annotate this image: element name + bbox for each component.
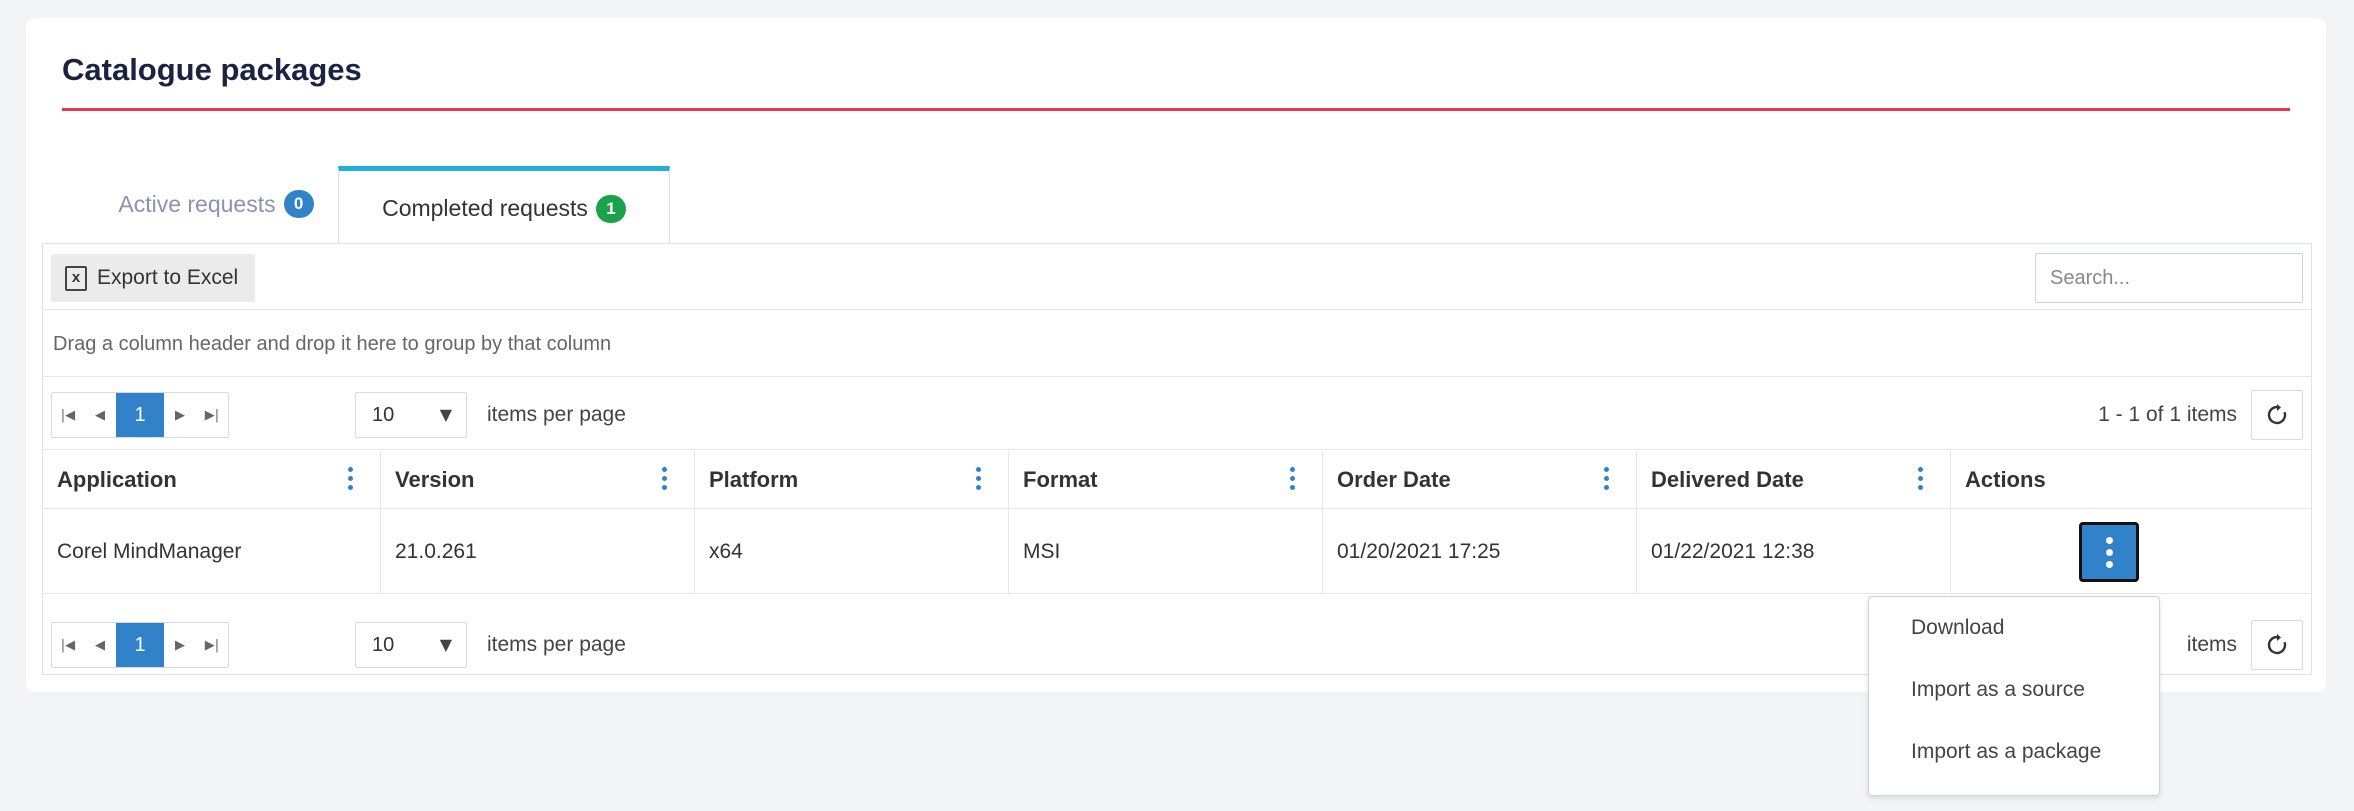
- items-per-page-label: items per page: [487, 403, 626, 426]
- column-title: Order Date: [1337, 467, 1451, 492]
- cell-version: 21.0.261: [381, 510, 695, 594]
- active-count-badge: 0: [283, 190, 314, 218]
- pager-info-partial: items: [2186, 633, 2237, 656]
- column-title: Actions: [1965, 467, 2046, 492]
- column-title: Format: [1023, 467, 1098, 492]
- column-title: Delivered Date: [1651, 467, 1804, 492]
- last-page-icon[interactable]: ▶|: [196, 393, 228, 437]
- menu-item-import-source[interactable]: Import as a source: [1869, 669, 2159, 731]
- column-title: Application: [57, 467, 177, 492]
- prev-page-icon[interactable]: ◀: [84, 393, 116, 437]
- tab-label: Completed requests: [382, 195, 588, 221]
- next-page-icon[interactable]: ▶: [164, 623, 196, 667]
- column-header-platform[interactable]: Platform: [695, 451, 1009, 509]
- items-per-page-label: items per page: [487, 633, 626, 656]
- current-page[interactable]: 1: [116, 623, 164, 667]
- first-page-icon[interactable]: |◀: [52, 623, 84, 667]
- pager-top: |◀ ◀ 1 ▶ ▶| 10 ▼ items per page 1 - 1 of…: [43, 378, 2311, 450]
- refresh-button[interactable]: [2251, 620, 2303, 670]
- caret-down-icon: ▼: [439, 635, 452, 654]
- export-label: Export to Excel: [97, 266, 239, 289]
- cell-format: MSI: [1009, 510, 1323, 594]
- kebab-icon[interactable]: [348, 467, 354, 493]
- excel-icon: x: [65, 265, 87, 291]
- menu-item-import-package[interactable]: Import as a package: [1869, 731, 2159, 793]
- pager-info: 1 - 1 of 1 items: [2098, 403, 2237, 426]
- page-size-value: 10: [372, 403, 395, 426]
- column-title: Platform: [709, 467, 799, 492]
- kebab-icon[interactable]: [1604, 467, 1610, 493]
- first-page-icon[interactable]: |◀: [52, 393, 84, 437]
- search-input[interactable]: [2035, 253, 2303, 303]
- column-title: Version: [395, 467, 475, 492]
- grid-toolbar: x Export to Excel: [43, 244, 2311, 310]
- page-size-select[interactable]: 10 ▼: [355, 392, 467, 438]
- tab-active-requests[interactable]: Active requests 0: [70, 166, 362, 242]
- cell-actions: [1951, 510, 2311, 594]
- next-page-icon[interactable]: ▶: [164, 393, 196, 437]
- tab-completed-requests[interactable]: Completed requests 1: [338, 166, 670, 246]
- column-header-version[interactable]: Version: [381, 451, 695, 509]
- caret-down-icon: ▼: [439, 405, 452, 424]
- cell-delivered-date: 01/22/2021 12:38: [1637, 510, 1951, 594]
- last-page-icon[interactable]: ▶|: [196, 623, 228, 667]
- prev-page-icon[interactable]: ◀: [84, 623, 116, 667]
- group-drop-zone[interactable]: Drag a column header and drop it here to…: [43, 311, 2311, 377]
- kebab-icon[interactable]: [662, 467, 668, 493]
- page-size-select[interactable]: 10 ▼: [355, 622, 467, 668]
- kebab-icon[interactable]: [1918, 467, 1924, 493]
- tab-label: Active requests: [118, 190, 276, 217]
- cell-platform: x64: [695, 510, 1009, 594]
- kebab-icon[interactable]: [1290, 467, 1296, 493]
- column-header-actions: Actions: [1951, 451, 2311, 509]
- column-header-delivered-date[interactable]: Delivered Date: [1637, 451, 1951, 509]
- completed-count-badge: 1: [595, 194, 626, 223]
- pager-buttons: |◀ ◀ 1 ▶ ▶|: [51, 622, 229, 668]
- cell-application: Corel MindManager: [43, 510, 381, 594]
- kebab-icon[interactable]: [976, 467, 982, 493]
- current-page[interactable]: 1: [116, 393, 164, 437]
- column-header-application[interactable]: Application: [43, 451, 381, 509]
- cell-order-date: 01/20/2021 17:25: [1323, 510, 1637, 594]
- column-header-order-date[interactable]: Order Date: [1323, 451, 1637, 509]
- title-underline: [62, 108, 2290, 111]
- refresh-button[interactable]: [2251, 390, 2303, 440]
- page-size-value: 10: [372, 633, 395, 656]
- row-actions-menu: Download Import as a source Import as a …: [1868, 596, 2160, 796]
- kebab-icon: [2105, 536, 2113, 544]
- menu-item-download[interactable]: Download: [1869, 607, 2159, 669]
- table-row[interactable]: Corel MindManager 21.0.261 x64 MSI 01/20…: [43, 510, 2311, 594]
- column-header-format[interactable]: Format: [1009, 451, 1323, 509]
- pager-buttons: |◀ ◀ 1 ▶ ▶|: [51, 392, 229, 438]
- refresh-icon: [2267, 634, 2287, 655]
- catalogue-card: Catalogue packages Active requests 0 Com…: [26, 18, 2326, 692]
- export-excel-button[interactable]: x Export to Excel: [51, 254, 255, 302]
- refresh-icon: [2267, 404, 2287, 425]
- page-title: Catalogue packages: [62, 52, 362, 87]
- row-actions-button[interactable]: [2079, 522, 2139, 582]
- table-header: Application Version Platform Format Orde…: [43, 451, 2311, 509]
